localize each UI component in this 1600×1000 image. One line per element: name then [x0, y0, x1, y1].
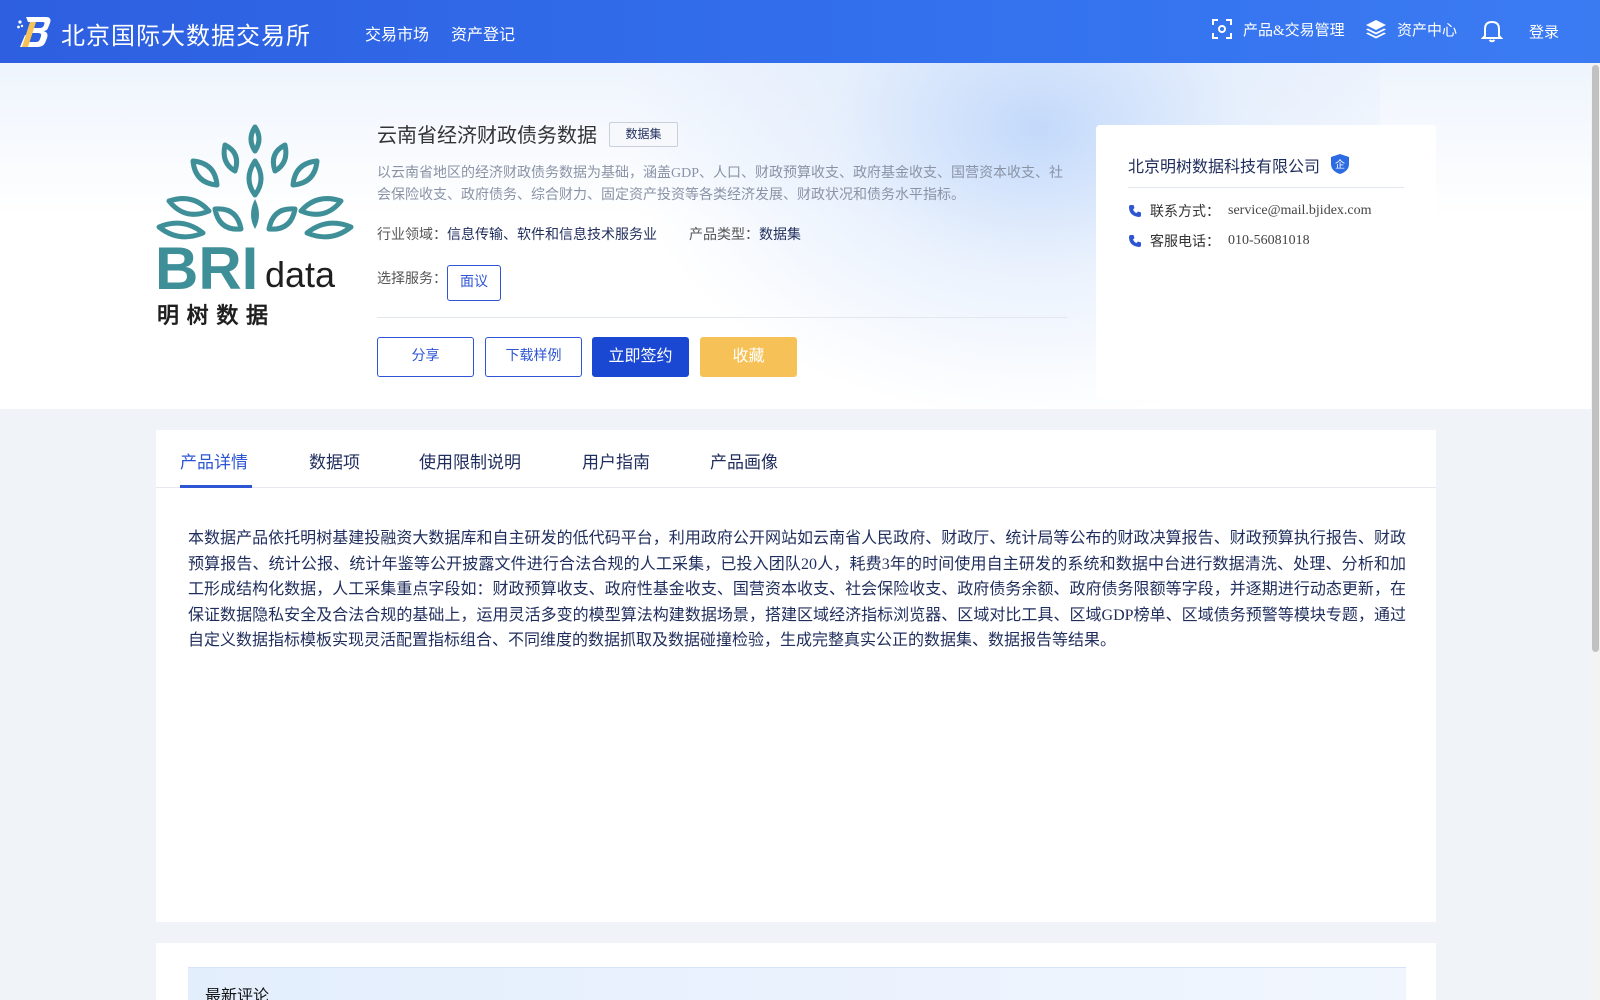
comments-section: 最新评论: [156, 943, 1436, 1000]
phone-label: 客服电话：: [1150, 235, 1220, 250]
page-scrollbar-thumb[interactable]: [1592, 65, 1599, 652]
asset-center-label: 资产中心: [1397, 22, 1458, 39]
bell-icon[interactable]: [1481, 19, 1503, 43]
phone-icon: [1129, 205, 1141, 217]
product-trade-management-link[interactable]: 产品&交易管理: [1211, 18, 1345, 40]
industry-value: 信息传输、软件和信息技术服务业: [447, 228, 657, 243]
product-provider-logo: BRI data 明 树 数 据: [155, 123, 355, 329]
logo-text-cn: 明 树 数 据: [157, 303, 268, 328]
active-tab-indicator: [180, 485, 252, 488]
layers-icon: [1366, 20, 1386, 39]
tab-product-profile[interactable]: 产品画像: [710, 448, 778, 473]
top-navigation-bar: 北京国际大数据交易所 交易市场 资产登记 产品&交易管理 资产中心 登录: [0, 0, 1600, 63]
tab-data-items[interactable]: 数据项: [309, 448, 360, 473]
logo-text-bri: BRI: [155, 235, 258, 302]
favorite-button[interactable]: 收藏: [700, 337, 797, 377]
product-detail-panel: 产品详情 数据项 使用限制说明 用户指南 产品画像 本数据产品依托明树基建投融资…: [156, 430, 1436, 922]
tab-usage-restrictions[interactable]: 使用限制说明: [419, 448, 521, 473]
download-sample-button[interactable]: 下载样例: [485, 337, 582, 377]
product-type-tag: 数据集: [609, 122, 678, 147]
detail-tabs: 产品详情 数据项 使用限制说明 用户指南 产品画像: [156, 430, 1436, 488]
product-type-label: 产品类型：: [689, 228, 759, 243]
product-hero-section: BRI data 明 树 数 据 云南省经济财政债务数据 数据集 以云南省地区的…: [0, 63, 1600, 409]
tab-product-details[interactable]: 产品详情: [180, 448, 248, 473]
nav-asset-registration[interactable]: 资产登记: [451, 21, 515, 45]
hero-divider: [377, 317, 1067, 318]
product-description: 以云南省地区的经济财政债务数据为基础，涵盖GDP、人口、财政预算收支、政府基金收…: [377, 166, 1064, 203]
tab-user-guide[interactable]: 用户指南: [582, 448, 650, 473]
company-info-card: 北京明树数据科技有限公司 企 联系方式： service@mail.bjidex…: [1096, 125, 1436, 399]
product-type-field: 产品类型：数据集: [689, 224, 801, 244]
comments-header: 最新评论: [188, 967, 1406, 1000]
service-option-negotiable[interactable]: 面议: [447, 265, 501, 301]
contact-label: 联系方式：: [1150, 205, 1220, 220]
brand-title[interactable]: 北京国际大数据交易所: [61, 16, 311, 51]
product-trade-management-label: 产品&交易管理: [1243, 22, 1345, 39]
phone-icon: [1129, 235, 1141, 247]
sign-now-button[interactable]: 立即签约: [592, 337, 689, 377]
product-title: 云南省经济财政债务数据: [377, 125, 597, 147]
company-name[interactable]: 北京明树数据科技有限公司: [1128, 153, 1320, 177]
product-type-value: 数据集: [759, 228, 801, 243]
product-detail-text: 本数据产品依托明树基建投融资大数据库和自主研发的低代码平台，利用政府公开网站如云…: [188, 530, 1406, 649]
contact-email[interactable]: service@mail.bjidex.com: [1228, 203, 1372, 219]
logo-text-data: data: [265, 254, 336, 295]
enterprise-badge-text: 企: [1335, 158, 1345, 171]
comments-title: 最新评论: [205, 988, 270, 1000]
share-button[interactable]: 分享: [377, 337, 474, 377]
industry-label: 行业领域：: [377, 228, 447, 243]
exchange-logo-icon[interactable]: [16, 14, 52, 48]
contact-phone-row: 客服电话： 010-56081018: [1128, 231, 1310, 251]
scan-frame-icon: [1212, 19, 1232, 39]
enterprise-verified-badge-icon: 企: [1331, 154, 1349, 174]
industry-field: 行业领域：信息传输、软件和信息技术服务业: [377, 224, 657, 244]
tree-leaves-logo-icon: BRI data 明 树 数 据: [155, 124, 354, 329]
contact-email-row: 联系方式： service@mail.bjidex.com: [1128, 201, 1372, 221]
nav-trading-market[interactable]: 交易市场: [365, 21, 429, 45]
login-link[interactable]: 登录: [1529, 21, 1559, 42]
company-divider: [1128, 187, 1404, 188]
service-select-label: 选择服务：: [377, 272, 447, 287]
asset-center-link[interactable]: 资产中心: [1365, 18, 1457, 40]
phone-number[interactable]: 010-56081018: [1228, 233, 1310, 249]
